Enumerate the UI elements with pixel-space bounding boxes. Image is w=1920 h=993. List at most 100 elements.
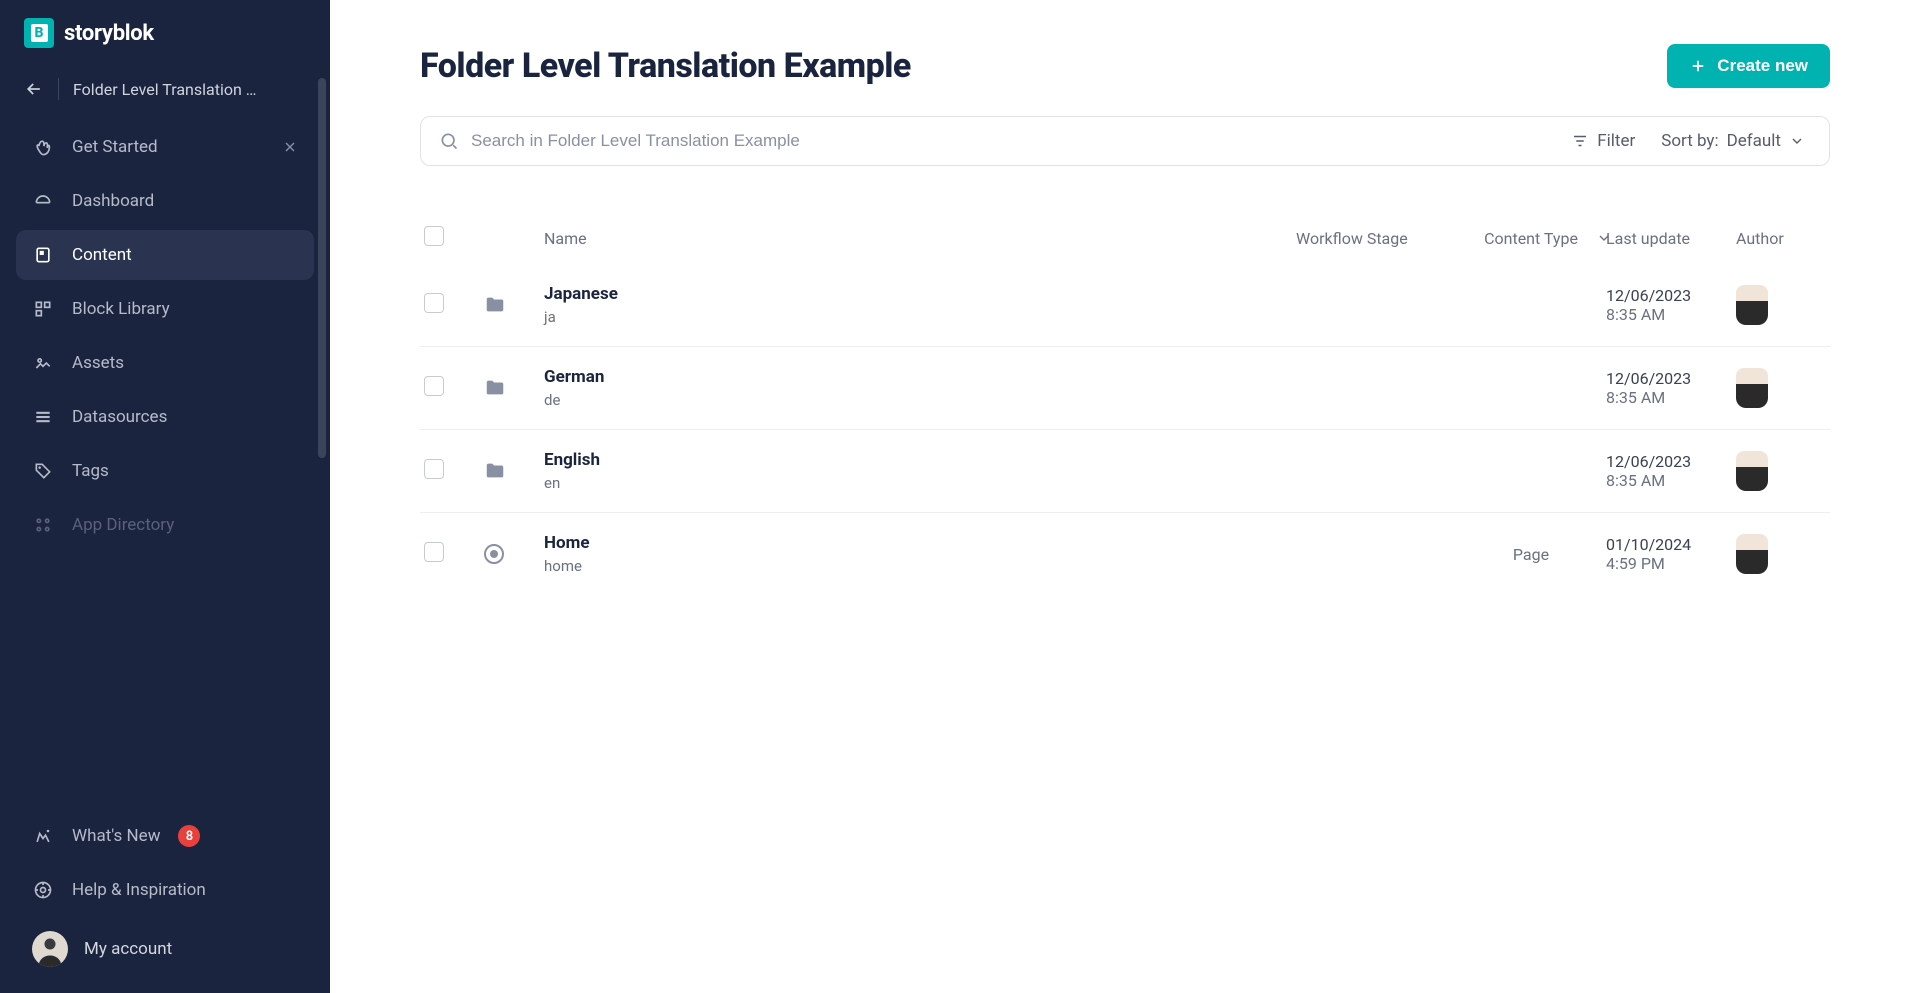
sort-prefix: Sort by: (1661, 131, 1718, 151)
content-table: Name Workflow Stage Content Type Last up… (420, 212, 1830, 595)
row-checkbox[interactable] (424, 376, 444, 396)
breadcrumb: Folder Level Translation … (0, 68, 330, 118)
row-name: Home (544, 533, 1296, 553)
brand[interactable]: B storyblok (0, 18, 330, 68)
row-last-update: 01/10/20244:59 PM (1606, 535, 1736, 573)
sidebar-item-label: What's New (72, 826, 160, 846)
wave-icon (32, 136, 54, 158)
row-checkbox[interactable] (424, 293, 444, 313)
col-content-type[interactable]: Content Type (1456, 229, 1606, 248)
sidebar-item-get-started[interactable]: Get Started (16, 122, 314, 172)
search-wrap (439, 131, 1551, 151)
row-name: Japanese (544, 284, 1296, 304)
plus-icon (1689, 57, 1707, 75)
back-arrow-icon[interactable] (24, 79, 44, 99)
datasources-icon (32, 406, 54, 428)
sidebar-item-label: Tags (72, 461, 109, 481)
breadcrumb-title[interactable]: Folder Level Translation … (73, 80, 257, 99)
table-row[interactable]: English en 12/06/20238:35 AM (420, 429, 1830, 512)
sidebar-item-account[interactable]: My account (16, 919, 314, 979)
col-name[interactable]: Name (544, 229, 1296, 248)
filter-icon (1571, 132, 1589, 150)
folder-icon (484, 294, 544, 316)
avatar (1736, 285, 1768, 325)
toolbar: Filter Sort by: Default (420, 116, 1830, 166)
create-new-button[interactable]: Create new (1667, 44, 1830, 88)
col-workflow[interactable]: Workflow Stage (1296, 229, 1456, 248)
brand-logo: B (24, 18, 54, 48)
sidebar-item-label: App Directory (72, 515, 174, 535)
account-label: My account (84, 939, 172, 959)
sidebar-item-whats-new[interactable]: What's New 8 (16, 811, 314, 861)
sidebar-item-label: Content (72, 245, 132, 265)
sidebar-item-block-library[interactable]: Block Library (16, 284, 314, 334)
sidebar-item-label: Block Library (72, 299, 170, 319)
brand-name: storyblok (64, 21, 154, 46)
sort-value: Default (1727, 131, 1781, 151)
search-icon (439, 131, 459, 151)
table-row[interactable]: German de 12/06/20238:35 AM (420, 346, 1830, 429)
sidebar-item-label: Dashboard (72, 191, 154, 211)
sidebar: B storyblok Folder Level Translation … G… (0, 0, 330, 993)
col-author[interactable]: Author (1736, 229, 1826, 248)
folder-icon (484, 460, 544, 482)
row-author (1736, 368, 1826, 408)
sidebar-nav: Get Started Dashboard Content Block Libr… (0, 118, 330, 554)
avatar (1736, 451, 1768, 491)
filter-label: Filter (1597, 131, 1635, 151)
sidebar-item-dashboard[interactable]: Dashboard (16, 176, 314, 226)
assets-icon (32, 352, 54, 374)
filter-button[interactable]: Filter (1565, 127, 1641, 155)
select-all-checkbox[interactable] (424, 226, 444, 246)
chevron-down-icon (1789, 133, 1805, 149)
main-header: Folder Level Translation Example Create … (420, 44, 1830, 88)
main-content: Folder Level Translation Example Create … (330, 0, 1920, 993)
avatar (32, 931, 68, 967)
sidebar-item-datasources[interactable]: Datasources (16, 392, 314, 442)
row-slug: de (544, 391, 1296, 409)
row-last-update: 12/06/20238:35 AM (1606, 452, 1736, 490)
col-last-update[interactable]: Last update (1606, 229, 1736, 248)
row-slug: ja (544, 308, 1296, 326)
avatar (1736, 534, 1768, 574)
page-title: Folder Level Translation Example (420, 46, 911, 86)
whats-new-badge: 8 (178, 825, 200, 847)
breadcrumb-divider (58, 78, 59, 100)
row-name: English (544, 450, 1296, 470)
row-author (1736, 534, 1826, 574)
sidebar-item-label: Get Started (72, 137, 158, 157)
sidebar-item-app-directory[interactable]: App Directory (16, 500, 314, 550)
row-checkbox[interactable] (424, 459, 444, 479)
sidebar-item-label: Assets (72, 353, 124, 373)
avatar (1736, 368, 1768, 408)
sort-button[interactable]: Sort by: Default (1655, 127, 1811, 155)
row-last-update: 12/06/20238:35 AM (1606, 369, 1736, 407)
table-header: Name Workflow Stage Content Type Last up… (420, 212, 1830, 264)
close-icon[interactable] (282, 139, 298, 155)
sidebar-item-tags[interactable]: Tags (16, 446, 314, 496)
table-row[interactable]: Japaneseja12/06/20238:35 AM (420, 264, 1830, 346)
sidebar-item-assets[interactable]: Assets (16, 338, 314, 388)
row-checkbox[interactable] (424, 542, 444, 562)
folder-icon (484, 377, 544, 399)
tags-icon (32, 460, 54, 482)
blocks-icon (32, 298, 54, 320)
content-icon (32, 244, 54, 266)
app-directory-icon (32, 514, 54, 536)
sidebar-item-label: Help & Inspiration (72, 880, 206, 900)
sidebar-item-help[interactable]: Help & Inspiration (16, 865, 314, 915)
row-slug: en (544, 474, 1296, 492)
search-input[interactable] (471, 131, 1551, 151)
page-icon (484, 544, 504, 564)
sidebar-item-content[interactable]: Content (16, 230, 314, 280)
row-slug: home (544, 557, 1296, 575)
table-row[interactable]: Home home Page01/10/20244:59 PM (420, 512, 1830, 595)
row-author (1736, 451, 1826, 491)
chevron-down-icon (1596, 230, 1612, 246)
row-author (1736, 285, 1826, 325)
row-name: German (544, 367, 1296, 387)
create-new-label: Create new (1717, 56, 1808, 76)
dashboard-icon (32, 190, 54, 212)
row-content-type: Page (1456, 545, 1606, 564)
sidebar-bottom: What's New 8 Help & Inspiration My accou… (0, 807, 330, 979)
